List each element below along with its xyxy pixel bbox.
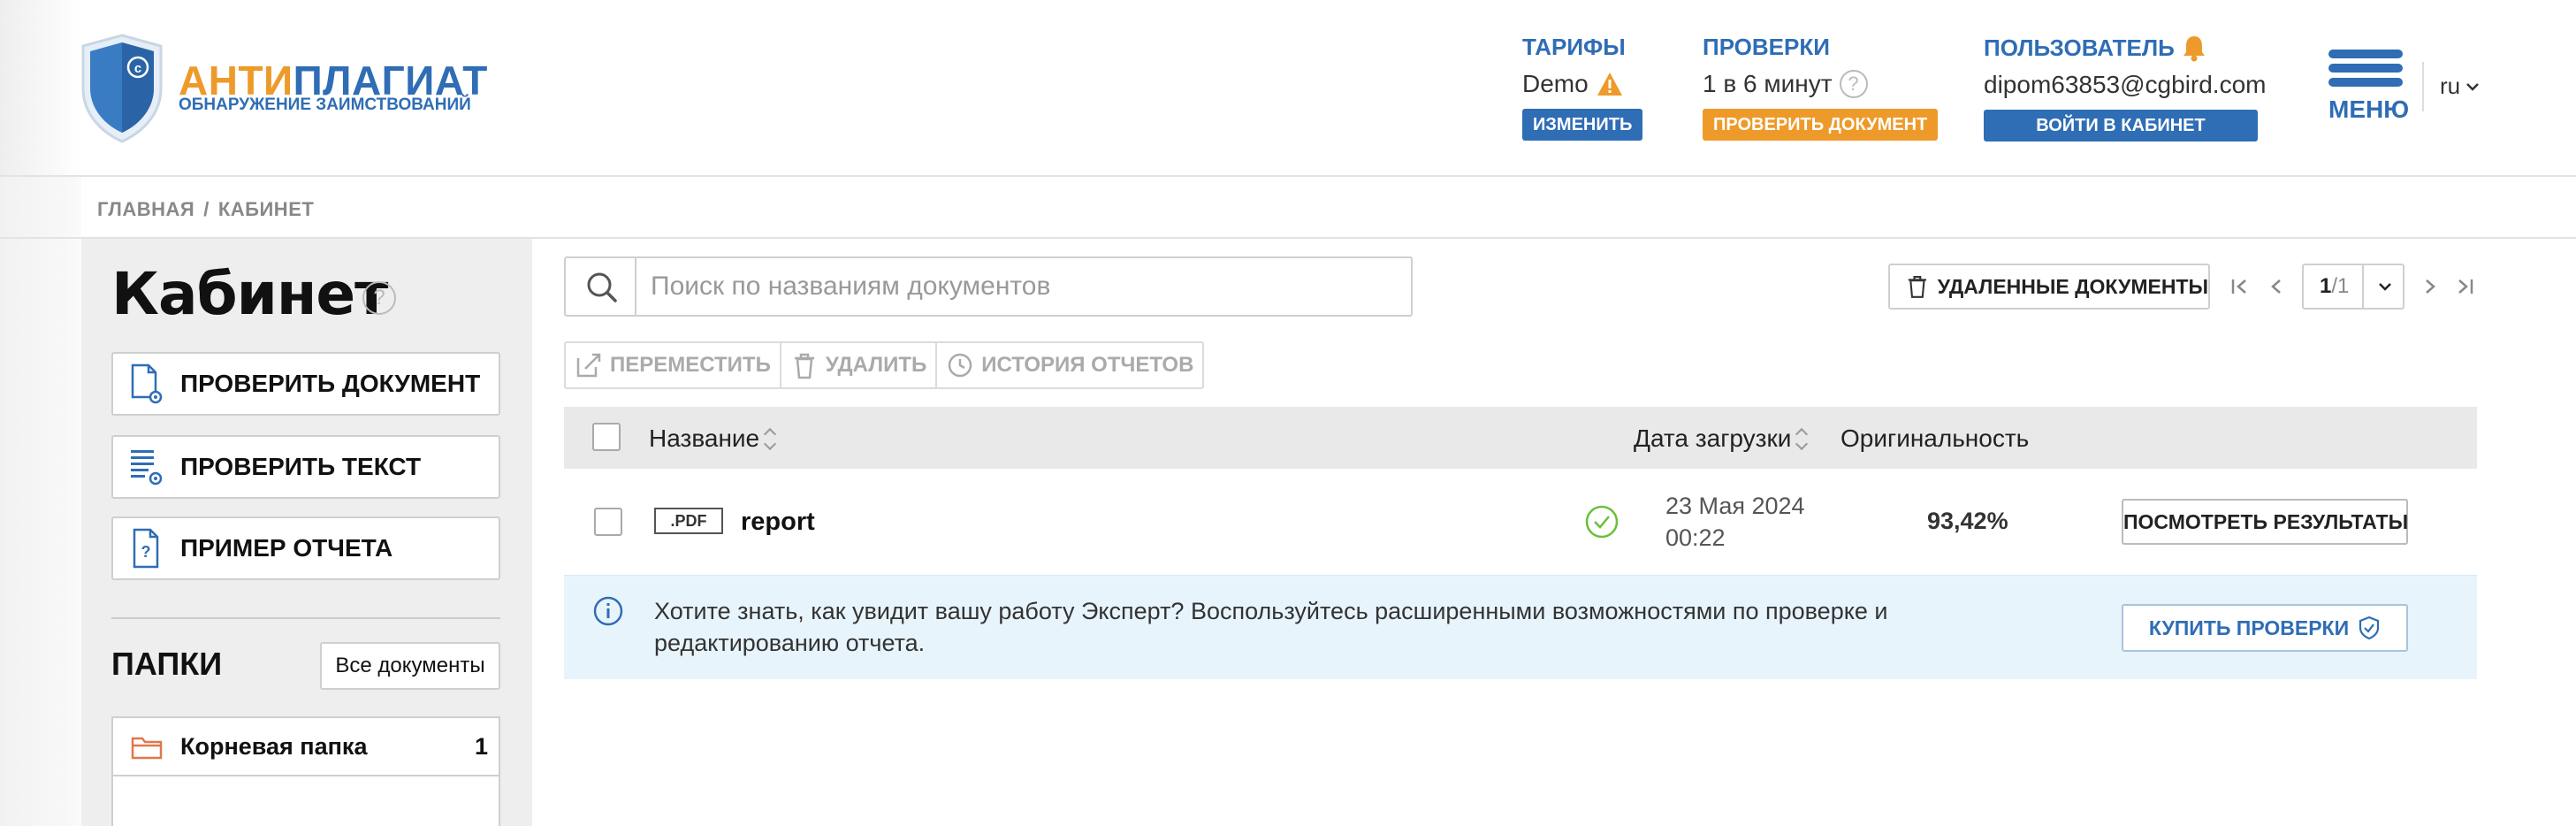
title-help-icon[interactable]: ?: [362, 281, 396, 315]
last-page-icon: [2458, 279, 2473, 294]
info-text: Хотите знать, как увидит вашу работу Экс…: [654, 598, 1888, 656]
change-tariff-button[interactable]: ИЗМЕНИТЬ: [1522, 109, 1643, 141]
table-row: .PDF report 23 Мая 2024 00:22 93,42% ПОС…: [564, 469, 2477, 575]
page-title: Кабинет: [111, 260, 388, 328]
select-all-checkbox[interactable]: [592, 423, 621, 451]
search-input[interactable]: [651, 269, 1393, 304]
next-page-button[interactable]: [2417, 265, 2443, 308]
page-indicator: 1/1: [2320, 274, 2350, 298]
first-page-icon: [2231, 279, 2246, 294]
logo[interactable]: c АНТИПЛАГИАТ ОБНАРУЖЕНИЕ ЗАИМСТВОВАНИЙ: [80, 34, 487, 143]
last-page-button[interactable]: [2452, 265, 2479, 308]
shield-logo-icon: c: [81, 34, 163, 143]
view-results-button[interactable]: ПОСМОТРЕТЬ РЕЗУЛЬТАТЫ: [2122, 499, 2408, 545]
folder-list: Корневая папка 1: [111, 716, 500, 826]
svg-text:c: c: [134, 61, 141, 76]
folder-icon: [131, 737, 163, 760]
pdf-file-icon: .PDF: [654, 508, 723, 534]
sort-icon: [1796, 426, 1809, 451]
document-check-icon: [131, 363, 163, 404]
svg-text:?: ?: [141, 543, 151, 561]
chevron-down-icon: [2379, 283, 2391, 291]
help-icon[interactable]: ?: [1839, 70, 1868, 98]
folder-count: 1: [474, 732, 488, 760]
breadcrumb-current: КАБИНЕТ: [217, 198, 315, 220]
sidebar-divider: [111, 617, 500, 619]
report-example-button[interactable]: ? ПРИМЕР ОТЧЕТА: [111, 516, 500, 580]
site-header: c АНТИПЛАГИАТ ОБНАРУЖЕНИЕ ЗАИМСТВОВАНИЙ …: [0, 0, 2576, 177]
checks-block: ПРОВЕРКИ 1 в 6 минут ? ПРОВЕРИТЬ ДОКУМЕН…: [1703, 34, 1939, 141]
menu-button[interactable]: МЕНЮ: [2327, 50, 2409, 127]
history-icon: [949, 353, 972, 378]
sort-icon: [765, 426, 777, 451]
info-banner: Хотите знать, как увидит вашу работу Экс…: [564, 575, 2477, 679]
check-document-header-button[interactable]: ПРОВЕРИТЬ ДОКУМЕНТ: [1703, 109, 1939, 141]
bell-icon[interactable]: [2182, 34, 2206, 62]
document-name[interactable]: report: [741, 508, 815, 537]
prev-page-button[interactable]: [2263, 265, 2290, 308]
breadcrumb-home[interactable]: ГЛАВНАЯ: [97, 198, 194, 220]
first-page-button[interactable]: [2226, 265, 2252, 308]
check-text-label: ПРОВЕРИТЬ ТЕКСТ: [180, 453, 422, 480]
menu-icon: [2328, 50, 2403, 58]
tariff-value: Demo: [1522, 70, 1589, 97]
warning-icon[interactable]: [1596, 71, 1624, 97]
user-block: ПОЛЬЗОВАТЕЛЬ dipom63853@cgbird.com ВОЙТИ…: [1984, 34, 2266, 141]
report-example-icon: ?: [133, 528, 159, 569]
sidebar: Кабинет ? ПРОВЕРИТЬ ДОКУМЕНТ ПРОВЕРИТЬ Т…: [81, 239, 532, 826]
chevron-right-icon: [2426, 279, 2435, 294]
originality-value: 93,42%: [1927, 508, 2008, 534]
check-document-label: ПРОВЕРИТЬ ДОКУМЕНТ: [180, 370, 481, 397]
folders-title: ПАПКИ: [111, 646, 223, 682]
user-email: dipom63853@cgbird.com: [1984, 71, 2267, 98]
move-icon: [576, 353, 601, 378]
check-text-button[interactable]: ПРОВЕРИТЬ ТЕКСТ: [111, 435, 500, 499]
trash-icon: [1908, 275, 1927, 298]
column-originality: Оригинальность: [1841, 424, 2030, 452]
shield-check-icon: [2359, 616, 2380, 640]
language-selector[interactable]: ru: [2440, 73, 2480, 100]
upload-date: 23 Мая 2024 00:22: [1665, 493, 1805, 551]
column-upload-date[interactable]: Дата загрузки: [1634, 424, 1809, 453]
menu-label: МЕНЮ: [2328, 96, 2410, 123]
text-check-icon: [131, 450, 163, 486]
deleted-documents-button[interactable]: УДАЛЕННЫЕ ДОКУМЕНТЫ: [1888, 264, 2210, 310]
page-selector[interactable]: 1/1: [2302, 264, 2405, 310]
folder-name: Корневая папка: [180, 732, 368, 760]
logo-subtitle: ОБНАРУЖЕНИЕ ЗАИМСТВОВАНИЙ: [179, 96, 471, 114]
checks-rate: 1 в 6 минут: [1703, 70, 1833, 97]
check-document-button[interactable]: ПРОВЕРИТЬ ДОКУМЕНТ: [111, 352, 500, 416]
info-icon: [593, 596, 623, 626]
trash-icon: [794, 353, 814, 379]
language-code: ru: [2440, 73, 2461, 99]
document-toolbar: ПЕРЕМЕСТИТЬ УДАЛИТЬ ИСТОРИЯ ОТЧЕТОВ: [564, 341, 1205, 389]
user-title: ПОЛЬЗОВАТЕЛЬ: [1984, 34, 2175, 61]
tariffs-title: ТАРИФЫ: [1522, 34, 1626, 60]
report-history-button[interactable]: ИСТОРИЯ ОТЧЕТОВ: [937, 343, 1202, 387]
enter-cabinet-button[interactable]: ВОЙТИ В КАБИНЕТ: [1984, 110, 2258, 141]
row-checkbox[interactable]: [594, 508, 622, 536]
delete-button[interactable]: УДАЛИТЬ: [781, 343, 938, 387]
all-documents-button[interactable]: Все документы: [320, 642, 500, 690]
check-circle-icon: [1585, 505, 1619, 539]
tariffs-block: ТАРИФЫ Demo ИЗМЕНИТЬ: [1522, 34, 1643, 141]
chevron-down-icon: [2466, 82, 2480, 91]
move-button[interactable]: ПЕРЕМЕСТИТЬ: [566, 343, 781, 387]
deleted-documents-label: УДАЛЕННЫЕ ДОКУМЕНТЫ: [1937, 274, 2208, 298]
breadcrumb: ГЛАВНАЯ / КАБИНЕТ: [97, 198, 315, 220]
chevron-left-icon: [2271, 279, 2281, 294]
column-name[interactable]: Название: [649, 424, 777, 453]
report-example-label: ПРИМЕР ОТЧЕТА: [180, 534, 393, 562]
buy-checks-button[interactable]: КУПИТЬ ПРОВЕРКИ: [2122, 604, 2408, 652]
search-button[interactable]: [566, 258, 636, 315]
checks-title: ПРОВЕРКИ: [1703, 34, 1830, 60]
header-divider: [2422, 62, 2424, 111]
search-box: [564, 256, 1413, 317]
page-dropdown[interactable]: [2362, 265, 2405, 308]
folder-item-root[interactable]: Корневая папка 1: [113, 718, 499, 776]
table-header: Название Дата загрузки Оригинальность: [564, 407, 2477, 469]
search-icon: [587, 272, 617, 302]
